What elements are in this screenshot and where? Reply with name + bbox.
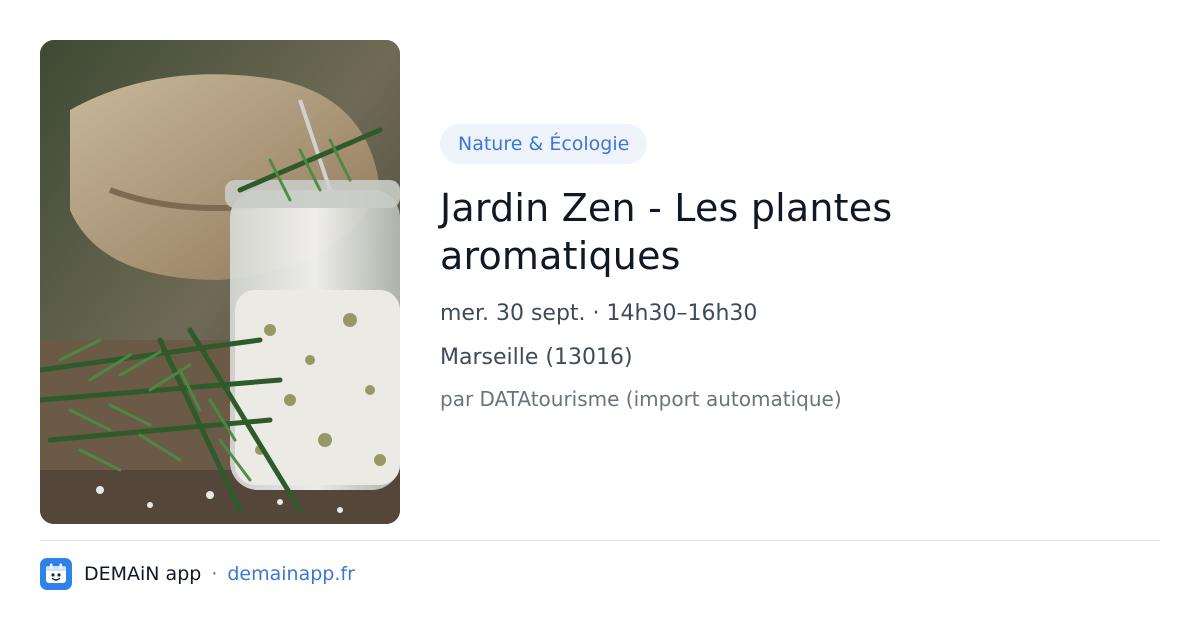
rosemary-jar-image — [40, 40, 400, 524]
event-location: Marseille (13016) — [440, 345, 633, 370]
app-domain-link[interactable]: demainapp.fr — [227, 563, 355, 585]
app-name: DEMAiN app — [84, 563, 202, 585]
footer: DEMAiN app · demainapp.fr — [40, 558, 355, 590]
calendar-face-icon — [46, 563, 66, 583]
footer-divider — [40, 540, 1160, 541]
event-preview-card: Nature & Écologie Jardin Zen - Les plant… — [0, 0, 1200, 630]
event-info: Nature & Écologie Jardin Zen - Les plant… — [440, 124, 1160, 412]
event-photo[interactable] — [40, 40, 400, 524]
event-source: par DATAtourisme (import automatique) — [440, 387, 842, 411]
demain-app-logo-icon[interactable] — [40, 558, 72, 590]
event-title[interactable]: Jardin Zen - Les plantes aromatiques — [440, 184, 1000, 280]
event-datetime: mer. 30 sept. · 14h30–16h30 — [440, 301, 758, 326]
footer-separator: · — [211, 563, 218, 585]
category-badge[interactable]: Nature & Écologie — [440, 124, 648, 164]
